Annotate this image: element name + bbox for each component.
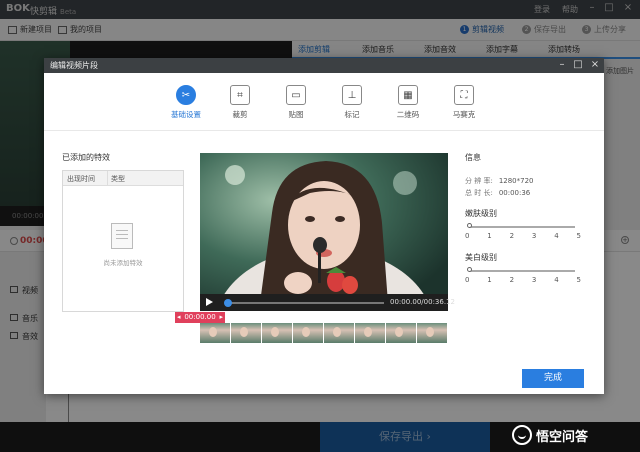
- dialog-maximize-icon[interactable]: □: [570, 58, 586, 73]
- film-frame: [262, 323, 293, 343]
- col-type[interactable]: 类型: [111, 174, 125, 184]
- duration-row: 总 时 长: 00:00:36: [465, 189, 531, 197]
- marker-right-icon: ▸: [219, 313, 223, 321]
- effects-list[interactable]: 出现时间 类型 尚未添加特效: [62, 170, 184, 312]
- info-title: 信息: [465, 153, 481, 162]
- watermark: 悟空问答: [512, 423, 588, 447]
- video-preview[interactable]: [200, 153, 448, 311]
- film-frame: [386, 323, 417, 343]
- player-controls: 00:00.00/00:36.12: [200, 294, 455, 311]
- func-qrcode[interactable]: ▦ 二维码: [383, 85, 433, 120]
- mosaic-icon: ⛶: [454, 85, 474, 105]
- resolution-row: 分 辨 率: 1280*720: [465, 177, 534, 185]
- dialog-close-icon[interactable]: ×: [587, 58, 603, 73]
- film-frame: [324, 323, 355, 343]
- marker-time: 00:00.00: [184, 313, 216, 321]
- wukong-logo-icon: [512, 425, 532, 445]
- col-time[interactable]: 出现时间: [67, 174, 95, 184]
- duration-value: 00:00:36: [498, 189, 531, 197]
- time-marker[interactable]: ◂ 00:00.00 ▸: [175, 312, 225, 323]
- progress-knob[interactable]: [224, 299, 232, 307]
- function-bar: ✂ 基础设置 ⌗ 裁剪 ▭ 贴图 ⊥ 标记 ▦ 二维码 ⛶ 马赛克: [44, 73, 604, 131]
- whitening-level-slider[interactable]: [469, 270, 575, 272]
- film-frame: [231, 323, 262, 343]
- func-crop[interactable]: ⌗ 裁剪: [215, 85, 265, 120]
- skin-level-knob[interactable]: [467, 223, 472, 228]
- done-button[interactable]: 完成: [522, 369, 584, 388]
- scissors-icon: ✂: [176, 85, 196, 105]
- marker-left-icon: ◂: [177, 313, 181, 321]
- play-icon[interactable]: [206, 298, 213, 306]
- func-mosaic[interactable]: ⛶ 马赛克: [439, 85, 489, 120]
- whitening-level-knob[interactable]: [467, 267, 472, 272]
- func-mark[interactable]: ⊥ 标记: [327, 85, 377, 120]
- whitening-level-ticks: 012345: [465, 276, 581, 284]
- skin-level-ticks: 012345: [465, 232, 581, 240]
- film-frame: [293, 323, 324, 343]
- effects-empty-text: 尚未添加特效: [103, 259, 143, 267]
- watermark-text: 悟空问答: [536, 429, 589, 445]
- image-icon: ▭: [286, 85, 306, 105]
- dialog-title: 编辑视频片段: [50, 61, 98, 70]
- effects-title: 已添加的特效: [62, 153, 110, 162]
- film-frame: [200, 323, 231, 343]
- dialog-minimize-icon[interactable]: –: [554, 58, 570, 73]
- whitening-level-label: 美白级别: [465, 253, 497, 262]
- qrcode-icon: ▦: [398, 85, 418, 105]
- crop-icon: ⌗: [230, 85, 250, 105]
- resolution-value: 1280*720: [498, 177, 534, 185]
- effects-table-header: 出现时间 类型: [63, 171, 183, 186]
- skin-level-slider[interactable]: [469, 226, 575, 228]
- empty-document-icon: [111, 223, 133, 249]
- film-frame: [355, 323, 386, 343]
- func-sticker[interactable]: ▭ 贴图: [271, 85, 321, 120]
- dialog-titlebar: 编辑视频片段 – □ ×: [44, 58, 604, 73]
- player-time: 00:00.00/00:36.12: [390, 298, 455, 306]
- pin-icon: ⊥: [342, 85, 362, 105]
- video-frame-image: [200, 153, 448, 311]
- edit-clip-dialog: 编辑视频片段 – □ × ✂ 基础设置 ⌗ 裁剪 ▭ 贴图 ⊥ 标记 ▦ 二维码…: [44, 58, 604, 394]
- film-frame: [417, 323, 448, 343]
- func-basic-settings[interactable]: ✂ 基础设置: [161, 85, 211, 120]
- column-divider: [107, 171, 108, 185]
- progress-track[interactable]: [226, 302, 384, 304]
- skin-level-label: 嫩肤级别: [465, 209, 497, 218]
- filmstrip[interactable]: [200, 323, 448, 343]
